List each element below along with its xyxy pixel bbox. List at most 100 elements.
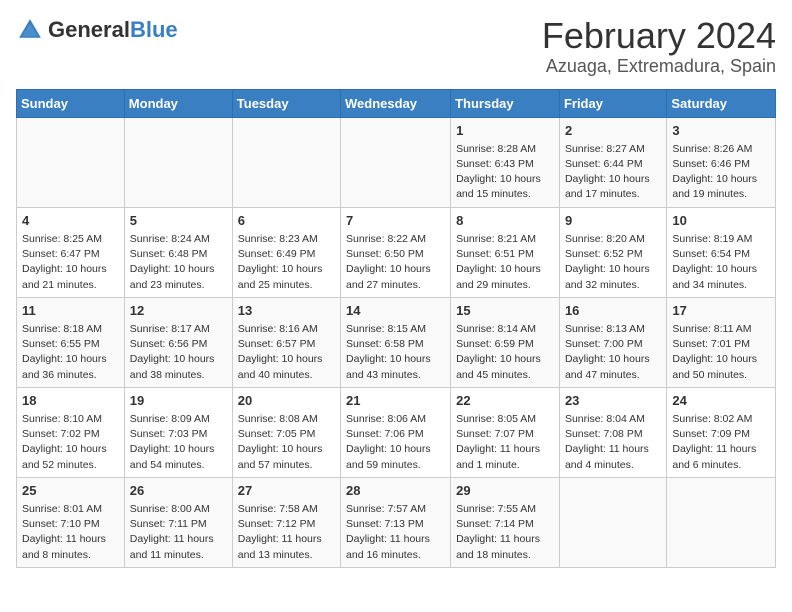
header-row: SundayMondayTuesdayWednesdayThursdayFrid… bbox=[17, 89, 776, 117]
day-cell: 8 Sunrise: 8:21 AM Sunset: 6:51 PM Daylig… bbox=[451, 207, 560, 297]
day-number: 3 bbox=[672, 122, 770, 140]
day-info: Sunrise: 8:22 AM Sunset: 6:50 PM Dayligh… bbox=[346, 232, 445, 293]
day-number: 5 bbox=[130, 212, 227, 230]
day-cell: 17 Sunrise: 8:11 AM Sunset: 7:01 PM Dayli… bbox=[667, 297, 776, 387]
day-cell bbox=[17, 117, 125, 207]
day-info: Sunrise: 7:58 AM Sunset: 7:12 PM Dayligh… bbox=[238, 502, 335, 563]
day-number: 15 bbox=[456, 302, 554, 320]
day-cell: 1Sunrise: 8:28 AM Sunset: 6:43 PM Daylig… bbox=[451, 117, 560, 207]
day-number: 28 bbox=[346, 482, 445, 500]
day-number: 16 bbox=[565, 302, 661, 320]
day-info: Sunrise: 8:26 AM Sunset: 6:46 PM Dayligh… bbox=[672, 142, 770, 203]
day-number: 4 bbox=[22, 212, 119, 230]
day-cell bbox=[341, 117, 451, 207]
day-number: 1 bbox=[456, 122, 554, 140]
day-cell: 28 Sunrise: 7:57 AM Sunset: 7:13 PM Dayli… bbox=[341, 477, 451, 567]
day-cell: 7 Sunrise: 8:22 AM Sunset: 6:50 PM Daylig… bbox=[341, 207, 451, 297]
day-number: 26 bbox=[130, 482, 227, 500]
header-cell-saturday: Saturday bbox=[667, 89, 776, 117]
day-cell: 14Sunrise: 8:15 AM Sunset: 6:58 PM Dayli… bbox=[341, 297, 451, 387]
logo-icon bbox=[16, 16, 44, 44]
day-info: Sunrise: 8:25 AM Sunset: 6:47 PM Dayligh… bbox=[22, 232, 119, 293]
day-info: Sunrise: 8:14 AM Sunset: 6:59 PM Dayligh… bbox=[456, 322, 554, 383]
day-cell bbox=[667, 477, 776, 567]
page-header: GeneralBlue February 2024 Azuaga, Extrem… bbox=[16, 16, 776, 77]
day-info: Sunrise: 8:20 AM Sunset: 6:52 PM Dayligh… bbox=[565, 232, 661, 293]
day-number: 6 bbox=[238, 212, 335, 230]
day-number: 23 bbox=[565, 392, 661, 410]
week-row-1: 1Sunrise: 8:28 AM Sunset: 6:43 PM Daylig… bbox=[17, 117, 776, 207]
logo: GeneralBlue bbox=[16, 16, 178, 44]
day-number: 9 bbox=[565, 212, 661, 230]
calendar-table: SundayMondayTuesdayWednesdayThursdayFrid… bbox=[16, 89, 776, 568]
day-info: Sunrise: 8:21 AM Sunset: 6:51 PM Dayligh… bbox=[456, 232, 554, 293]
day-cell: 12 Sunrise: 8:17 AM Sunset: 6:56 PM Dayli… bbox=[124, 297, 232, 387]
day-number: 29 bbox=[456, 482, 554, 500]
day-number: 24 bbox=[672, 392, 770, 410]
logo-text-blue: Blue bbox=[130, 18, 178, 42]
day-info: Sunrise: 7:55 AM Sunset: 7:14 PM Dayligh… bbox=[456, 502, 554, 563]
day-cell: 26 Sunrise: 8:00 AM Sunset: 7:11 PM Dayli… bbox=[124, 477, 232, 567]
header-cell-sunday: Sunday bbox=[17, 89, 125, 117]
day-number: 7 bbox=[346, 212, 445, 230]
day-cell: 21Sunrise: 8:06 AM Sunset: 7:06 PM Dayli… bbox=[341, 387, 451, 477]
header-cell-wednesday: Wednesday bbox=[341, 89, 451, 117]
day-cell: 5Sunrise: 8:24 AM Sunset: 6:48 PM Daylig… bbox=[124, 207, 232, 297]
day-cell: 16 Sunrise: 8:13 AM Sunset: 7:00 PM Dayli… bbox=[559, 297, 666, 387]
day-info: Sunrise: 8:19 AM Sunset: 6:54 PM Dayligh… bbox=[672, 232, 770, 293]
day-info: Sunrise: 8:13 AM Sunset: 7:00 PM Dayligh… bbox=[565, 322, 661, 383]
day-cell bbox=[232, 117, 340, 207]
header-cell-friday: Friday bbox=[559, 89, 666, 117]
day-info: Sunrise: 8:00 AM Sunset: 7:11 PM Dayligh… bbox=[130, 502, 227, 563]
day-number: 10 bbox=[672, 212, 770, 230]
month-title: February 2024 bbox=[542, 16, 776, 56]
day-info: Sunrise: 8:04 AM Sunset: 7:08 PM Dayligh… bbox=[565, 412, 661, 473]
day-number: 8 bbox=[456, 212, 554, 230]
day-cell: 19 Sunrise: 8:09 AM Sunset: 7:03 PM Dayli… bbox=[124, 387, 232, 477]
day-number: 14 bbox=[346, 302, 445, 320]
day-info: Sunrise: 8:18 AM Sunset: 6:55 PM Dayligh… bbox=[22, 322, 119, 383]
day-cell: 6Sunrise: 8:23 AM Sunset: 6:49 PM Daylig… bbox=[232, 207, 340, 297]
logo-text-general: General bbox=[48, 18, 130, 42]
week-row-3: 11 Sunrise: 8:18 AM Sunset: 6:55 PM Dayli… bbox=[17, 297, 776, 387]
day-number: 12 bbox=[130, 302, 227, 320]
day-info: Sunrise: 8:27 AM Sunset: 6:44 PM Dayligh… bbox=[565, 142, 661, 203]
day-info: Sunrise: 8:16 AM Sunset: 6:57 PM Dayligh… bbox=[238, 322, 335, 383]
day-number: 2 bbox=[565, 122, 661, 140]
day-number: 11 bbox=[22, 302, 119, 320]
week-row-4: 18 Sunrise: 8:10 AM Sunset: 7:02 PM Dayli… bbox=[17, 387, 776, 477]
calendar-header: SundayMondayTuesdayWednesdayThursdayFrid… bbox=[17, 89, 776, 117]
day-number: 25 bbox=[22, 482, 119, 500]
day-cell: 13 Sunrise: 8:16 AM Sunset: 6:57 PM Dayli… bbox=[232, 297, 340, 387]
day-number: 19 bbox=[130, 392, 227, 410]
day-cell: 11 Sunrise: 8:18 AM Sunset: 6:55 PM Dayli… bbox=[17, 297, 125, 387]
day-cell: 4 Sunrise: 8:25 AM Sunset: 6:47 PM Daylig… bbox=[17, 207, 125, 297]
day-cell: 23 Sunrise: 8:04 AM Sunset: 7:08 PM Dayli… bbox=[559, 387, 666, 477]
day-number: 13 bbox=[238, 302, 335, 320]
header-cell-thursday: Thursday bbox=[451, 89, 560, 117]
day-cell: 10 Sunrise: 8:19 AM Sunset: 6:54 PM Dayli… bbox=[667, 207, 776, 297]
day-info: Sunrise: 8:05 AM Sunset: 7:07 PM Dayligh… bbox=[456, 412, 554, 473]
day-info: Sunrise: 8:17 AM Sunset: 6:56 PM Dayligh… bbox=[130, 322, 227, 383]
day-cell: 3 Sunrise: 8:26 AM Sunset: 6:46 PM Daylig… bbox=[667, 117, 776, 207]
day-number: 22 bbox=[456, 392, 554, 410]
day-cell: 24Sunrise: 8:02 AM Sunset: 7:09 PM Dayli… bbox=[667, 387, 776, 477]
day-number: 21 bbox=[346, 392, 445, 410]
day-cell: 18 Sunrise: 8:10 AM Sunset: 7:02 PM Dayli… bbox=[17, 387, 125, 477]
day-info: Sunrise: 8:08 AM Sunset: 7:05 PM Dayligh… bbox=[238, 412, 335, 473]
day-info: Sunrise: 8:09 AM Sunset: 7:03 PM Dayligh… bbox=[130, 412, 227, 473]
day-cell: 9 Sunrise: 8:20 AM Sunset: 6:52 PM Daylig… bbox=[559, 207, 666, 297]
week-row-2: 4 Sunrise: 8:25 AM Sunset: 6:47 PM Daylig… bbox=[17, 207, 776, 297]
day-number: 17 bbox=[672, 302, 770, 320]
day-cell: 27 Sunrise: 7:58 AM Sunset: 7:12 PM Dayli… bbox=[232, 477, 340, 567]
day-cell bbox=[124, 117, 232, 207]
day-number: 18 bbox=[22, 392, 119, 410]
day-number: 27 bbox=[238, 482, 335, 500]
day-cell: 29 Sunrise: 7:55 AM Sunset: 7:14 PM Dayli… bbox=[451, 477, 560, 567]
day-cell: 22 Sunrise: 8:05 AM Sunset: 7:07 PM Dayli… bbox=[451, 387, 560, 477]
day-number: 20 bbox=[238, 392, 335, 410]
day-info: Sunrise: 8:10 AM Sunset: 7:02 PM Dayligh… bbox=[22, 412, 119, 473]
day-cell: 25Sunrise: 8:01 AM Sunset: 7:10 PM Dayli… bbox=[17, 477, 125, 567]
day-info: Sunrise: 8:11 AM Sunset: 7:01 PM Dayligh… bbox=[672, 322, 770, 383]
day-info: Sunrise: 7:57 AM Sunset: 7:13 PM Dayligh… bbox=[346, 502, 445, 563]
